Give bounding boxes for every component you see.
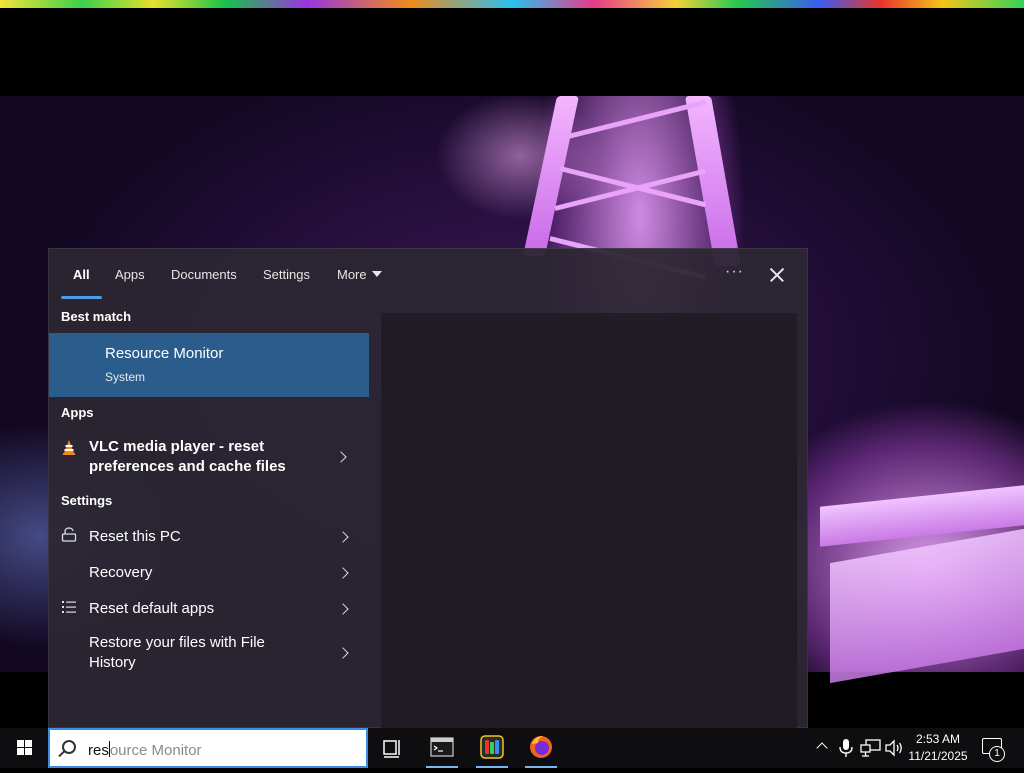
notification-count-badge: 1 [989, 746, 1005, 762]
close-icon[interactable] [765, 263, 789, 287]
settings-result-label: Restore your files with File History [89, 634, 265, 671]
chevron-right-icon[interactable] [337, 647, 349, 659]
chevron-down-icon [371, 271, 382, 277]
settings-section-header: Settings [61, 493, 113, 508]
best-match-header: Best match [61, 309, 132, 324]
reset-pc-icon [61, 527, 77, 542]
settings-result-label: Reset default apps [89, 600, 215, 617]
show-hidden-icons-chevron-icon[interactable] [816, 742, 828, 754]
search-suggestion-text: ource Monitor [109, 742, 202, 759]
settings-result-reset-pc[interactable]: Reset this PC [49, 521, 369, 553]
start-search-panel: All Apps Documents Settings More ··· Bes… [48, 248, 809, 729]
paint-app-icon [480, 735, 504, 759]
task-view-icon [383, 740, 400, 758]
best-match-subtitle: System [105, 370, 146, 384]
more-options-icon[interactable]: ··· [725, 263, 744, 281]
tab-apps[interactable]: Apps [115, 267, 145, 282]
taskbar: resource Monitor 2:53 AM 11/21/2025 1 [0, 728, 1024, 768]
system-clock[interactable]: 2:53 AM 11/21/2025 [898, 731, 978, 765]
best-match-title: Resource Monitor [105, 345, 224, 362]
taskbar-app-firefox[interactable] [521, 728, 561, 768]
tab-more-label: More [337, 267, 367, 282]
apps-section-header: Apps [61, 405, 94, 420]
settings-result-file-history[interactable]: Restore your files with File History [49, 629, 369, 677]
task-view-button[interactable] [372, 728, 412, 768]
start-button[interactable] [0, 728, 48, 768]
file-history-icon [61, 635, 77, 651]
taskbar-app-paint[interactable] [472, 728, 512, 768]
network-icon[interactable] [860, 738, 882, 758]
tab-documents[interactable]: Documents [171, 267, 237, 282]
search-typed-text: res [88, 742, 109, 759]
microphone-icon[interactable] [838, 738, 854, 758]
best-match-item[interactable]: Resource Monitor System [49, 333, 369, 397]
search-tabs: All Apps Documents Settings More ··· [49, 249, 809, 301]
vlc-cone-icon [63, 440, 75, 455]
clock-date: 11/21/2025 [908, 749, 968, 763]
tab-more[interactable]: More [337, 267, 382, 282]
default-apps-icon [62, 601, 76, 613]
search-results-list: Best match Resource Monitor System Apps … [49, 301, 369, 729]
app-result-label: VLC media player - reset preferences and… [89, 438, 286, 475]
settings-result-default-apps[interactable]: Reset default apps [49, 593, 369, 625]
tab-all[interactable]: All [73, 267, 90, 282]
wallpaper-top-strip [0, 0, 1024, 8]
settings-result-label: Reset this PC [89, 528, 181, 545]
tab-settings[interactable]: Settings [263, 267, 310, 282]
search-input-text[interactable]: resource Monitor [88, 741, 202, 759]
taskbar-app-terminal[interactable] [422, 728, 462, 768]
search-icon [62, 740, 76, 754]
firefox-icon [530, 736, 552, 758]
chevron-right-icon[interactable] [337, 531, 349, 543]
chevron-right-icon[interactable] [337, 603, 349, 615]
chevron-right-icon[interactable] [337, 567, 349, 579]
active-tab-indicator [61, 296, 102, 299]
app-result-vlc[interactable]: VLC media player - reset preferences and… [49, 433, 369, 481]
settings-result-recovery[interactable]: Recovery [49, 557, 369, 589]
taskbar-search-box[interactable]: resource Monitor [48, 728, 368, 768]
settings-result-label: Recovery [89, 564, 153, 581]
result-preview-pane [381, 313, 797, 729]
clock-time: 2:53 AM [915, 732, 961, 746]
terminal-icon [430, 737, 454, 757]
chevron-right-icon[interactable] [335, 451, 347, 463]
recovery-icon [61, 563, 77, 579]
